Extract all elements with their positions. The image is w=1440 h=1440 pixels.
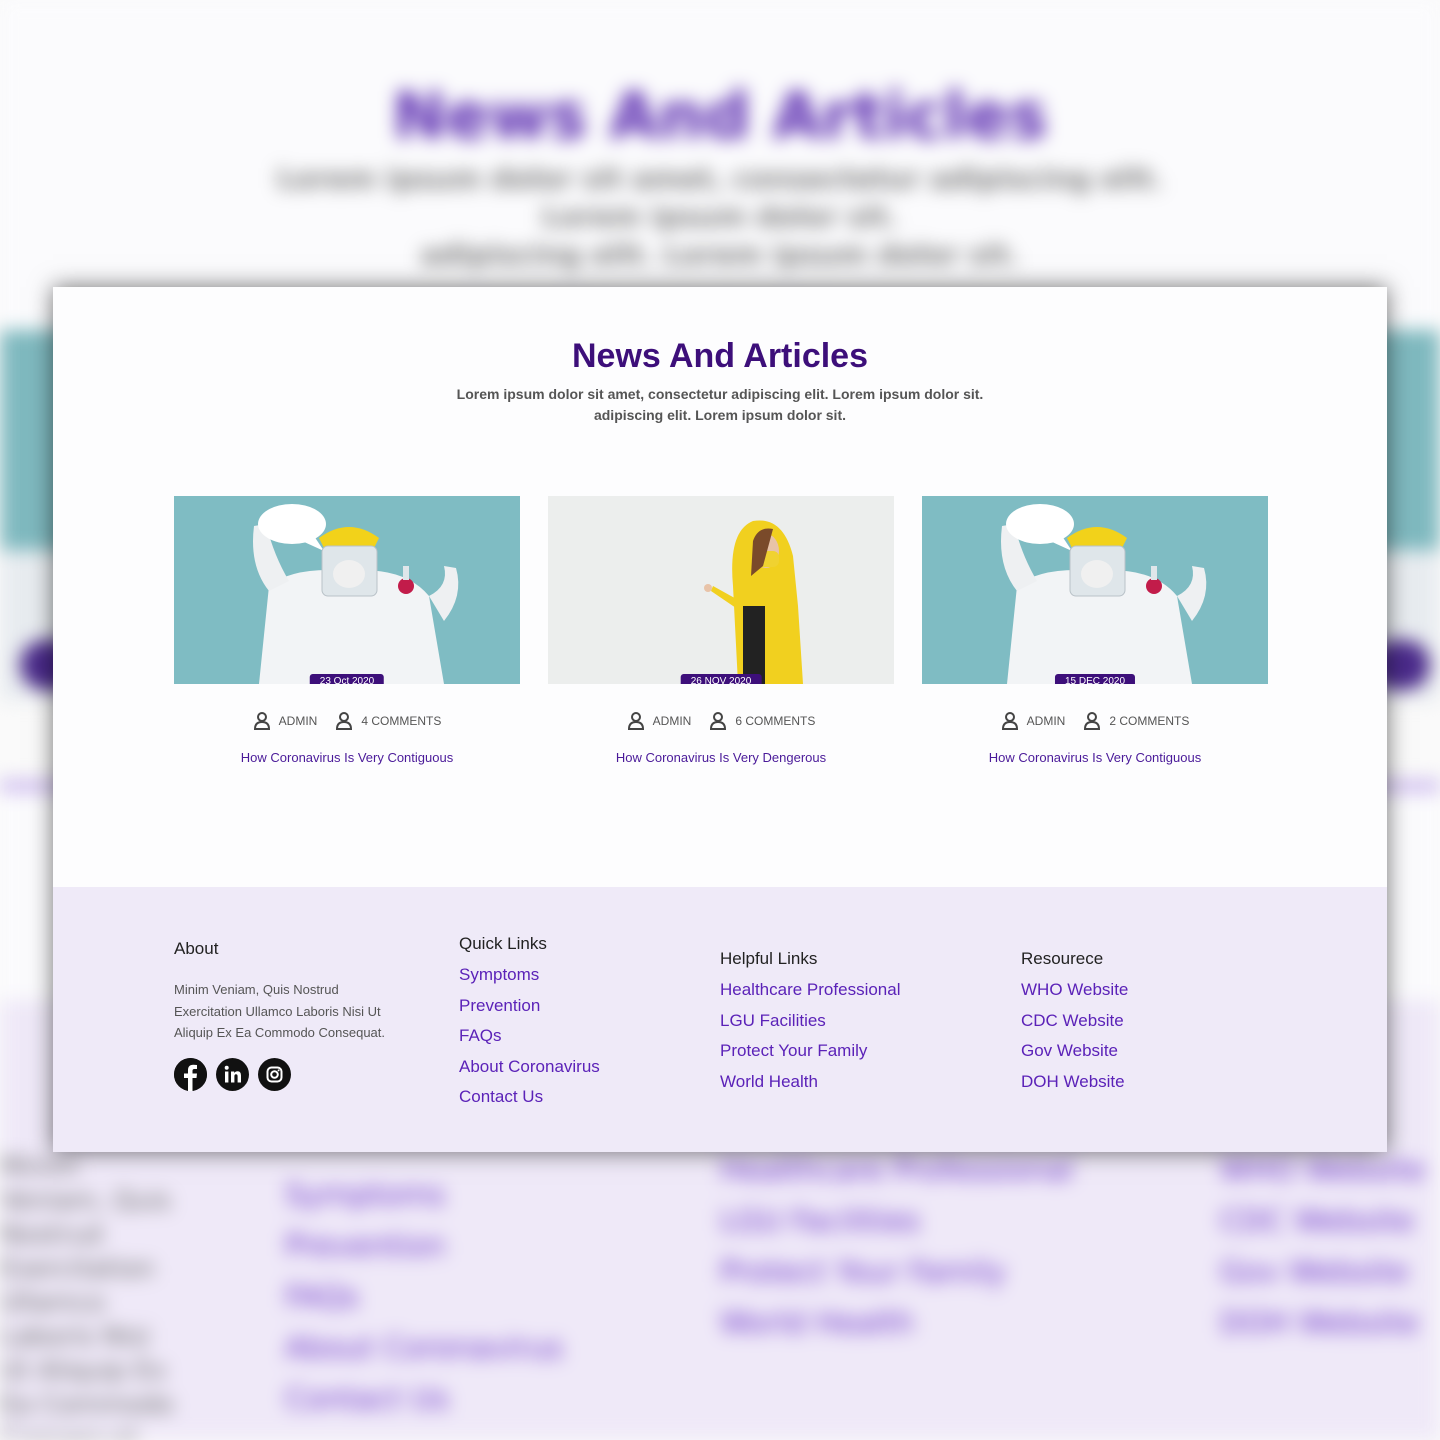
footer-link-gov-website[interactable]: Gov Website	[1021, 1036, 1128, 1067]
footer-link-about-coronavirus[interactable]: About Coronavirus	[459, 1052, 600, 1083]
linkedin-icon[interactable]	[216, 1057, 249, 1091]
post-date-badge: 15 DEC 2020	[1054, 674, 1136, 684]
helpful-links-heading: Helpful Links	[720, 949, 818, 968]
resource-heading: Resourece	[1021, 949, 1104, 968]
author-meta[interactable]: ADMIN	[627, 712, 692, 730]
footer-quick-links: Quick Links Symptoms Prevention FAQs Abo…	[459, 934, 600, 1113]
comments-meta[interactable]: 6 COMMENTS	[709, 712, 815, 730]
author-label: ADMIN	[278, 714, 318, 728]
footer-link-symptoms[interactable]: Symptoms	[459, 960, 600, 991]
section-title: News And Articles	[571, 337, 868, 375]
hazmat-photo-icon	[174, 496, 520, 684]
footer-link-contact-us[interactable]: Contact Us	[459, 1082, 600, 1113]
post-meta: ADMIN 2 COMMENTS	[922, 712, 1268, 730]
footer-link-who-website[interactable]: WHO Website	[1021, 975, 1128, 1006]
post-meta: ADMIN 6 COMMENTS	[548, 712, 894, 730]
comments-label: 2 COMMENTS	[1109, 714, 1190, 728]
footer-link-prevention[interactable]: Prevention	[459, 991, 600, 1022]
user-icon	[336, 712, 353, 730]
facebook-icon[interactable]	[174, 1057, 207, 1091]
user-icon	[1001, 712, 1018, 730]
site-footer: About Minim Veniam, Quis Nostrud Exercit…	[53, 887, 1387, 1152]
footer-link-world-health[interactable]: World Health	[720, 1067, 900, 1098]
footer-link-doh-website[interactable]: DOH Website	[1021, 1067, 1128, 1098]
social-links	[174, 1057, 404, 1091]
footer-link-protect-your-family[interactable]: Protect Your Family	[720, 1036, 900, 1067]
user-icon	[627, 712, 644, 730]
bg-about-text: Minim Veniam, Quis Nostrud Exercitation …	[0, 1152, 174, 1440]
article-title-link[interactable]: How Coronavirus Is Very Contiguous	[174, 750, 520, 765]
footer-link-lgu-facilities[interactable]: LGU Facilities	[720, 1006, 900, 1037]
hazmat-photo-icon	[922, 496, 1268, 684]
footer-helpful-links: Helpful Links Healthcare Professional LG…	[720, 949, 900, 1097]
user-icon	[710, 712, 727, 730]
author-label: ADMIN	[652, 714, 692, 728]
footer-about: About Minim Veniam, Quis Nostrud Exercit…	[174, 939, 404, 1091]
author-label: ADMIN	[1026, 714, 1066, 728]
about-heading: About	[174, 939, 219, 958]
footer-link-faqs[interactable]: FAQs	[459, 1021, 600, 1052]
masked-woman-photo-icon	[548, 496, 894, 684]
bg-resource-links: WHO Website CDC Website Gov Website DOH Web…	[1220, 1153, 1425, 1341]
article-card[interactable]: 23 Oct 2020 ADMIN 4 COMMENTS How Coronav…	[174, 496, 520, 765]
section-subtitle: Lorem ipsum dolor sit amet, consectetur …	[456, 386, 984, 423]
article-title-link[interactable]: How Coronavirus Is Very Contiguous	[922, 750, 1268, 765]
comments-meta[interactable]: 4 COMMENTS	[335, 712, 441, 730]
bg-helpful-links: Healthcare Professional LGU Facilities Pro…	[720, 1153, 1074, 1341]
post-date-badge: 26 NOV 2020	[680, 674, 762, 684]
article-title-link[interactable]: How Coronavirus Is Very Dengerous	[548, 750, 894, 765]
article-image[interactable]: 26 NOV 2020	[548, 496, 894, 684]
bg-title: News And Articles	[392, 80, 1048, 154]
author-meta[interactable]: ADMIN	[253, 712, 318, 730]
footer-link-cdc-website[interactable]: CDC Website	[1021, 1006, 1128, 1037]
news-section: News And Articles Lorem ipsum dolor sit …	[53, 287, 1387, 887]
article-card[interactable]: 15 DEC 2020 ADMIN 2 COMMENTS How Coronav…	[922, 496, 1268, 765]
about-text: Minim Veniam, Quis Nostrud Exercitation …	[174, 982, 386, 1040]
instagram-icon[interactable]	[258, 1057, 291, 1091]
footer-resource-links: Resourece WHO Website CDC Website Gov We…	[1021, 949, 1128, 1097]
bg-quick-links: Symptoms Prevention FAQs About Coronavirus C…	[285, 1178, 564, 1417]
article-image[interactable]: 23 Oct 2020	[174, 496, 520, 684]
article-image[interactable]: 15 DEC 2020	[922, 496, 1268, 684]
quick-links-heading: Quick Links	[459, 934, 547, 953]
bg-subtitle: Lorem ipsum dolor sit amet, consectetur …	[276, 162, 1164, 271]
comments-label: 6 COMMENTS	[735, 714, 816, 728]
page-preview-card: News And Articles Lorem ipsum dolor sit …	[53, 287, 1387, 1152]
author-meta[interactable]: ADMIN	[1001, 712, 1066, 730]
comments-label: 4 COMMENTS	[361, 714, 442, 728]
post-meta: ADMIN 4 COMMENTS	[174, 712, 520, 730]
comments-meta[interactable]: 2 COMMENTS	[1083, 712, 1189, 730]
article-card[interactable]: 26 NOV 2020 ADMIN 6 COMMENTS How Coronav…	[548, 496, 894, 765]
user-icon	[1084, 712, 1101, 730]
post-date-badge: 23 Oct 2020	[309, 674, 385, 684]
footer-link-healthcare-professional[interactable]: Healthcare Professional	[720, 975, 900, 1006]
user-icon	[253, 712, 270, 730]
